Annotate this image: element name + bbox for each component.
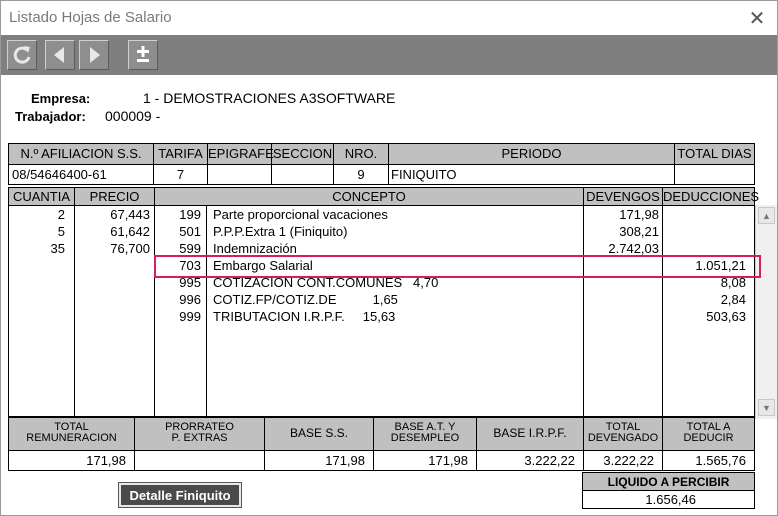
toolbar — [1, 35, 777, 75]
concepto-cell: COTIZACION CONT.COMUNES 4,70 — [213, 275, 439, 290]
header-deducciones: DEDUCCIONES — [663, 189, 760, 204]
chevron-up-icon: ▲ — [762, 210, 771, 221]
table-row[interactable]: 2 67,443 199 Parte proporcional vacaciones 1… — [9, 207, 754, 224]
concepto-cell: P.P.P.Extra 1 (Finiquito) — [213, 224, 348, 239]
deducciones-cell: 8,08 — [720, 275, 746, 290]
window-title: Listado Hojas de Salario — [9, 9, 172, 26]
total-deducir-value: 1.565,76 — [695, 453, 746, 468]
plus-minus-icon — [137, 46, 149, 62]
header-tarifa: TARIFA — [158, 146, 203, 161]
header-total-devengado: TOTAL DEVENGADO — [587, 421, 659, 444]
concept-code-cell: 199 — [179, 207, 201, 222]
concept-code-cell: 995 — [179, 275, 201, 290]
liquido-box: LIQUIDO A PERCIBIR 1.656,46 — [582, 472, 755, 509]
concepto-cell: Parte proporcional vacaciones — [213, 207, 388, 222]
cuantia-cell: 2 — [57, 207, 65, 222]
header-prorrateo-extras: PRORRATEO P. EXTRAS — [165, 421, 234, 444]
next-button[interactable] — [79, 40, 109, 70]
deducciones-cell: 503,63 — [706, 309, 746, 324]
header-concepto: CONCEPTO — [332, 189, 406, 204]
empresa-value: 1 - DEMOSTRACIONES A3SOFTWARE — [143, 90, 396, 106]
precio-cell: 67,443 — [110, 207, 150, 222]
concept-code-cell: 996 — [179, 292, 201, 307]
table-row[interactable]: 5 61,642 501 P.P.P.Extra 1 (Finiquito) 308,2… — [9, 224, 754, 241]
scroll-up-button[interactable]: ▲ — [758, 207, 775, 224]
precio-cell: 76,700 — [110, 241, 150, 256]
concepto-cell: COTIZ.FP/COTIZ.DE 1,65 — [213, 292, 398, 307]
header-devengos: DEVENGOS — [586, 189, 660, 204]
close-button[interactable]: ✕ — [743, 5, 771, 31]
deducciones-cell: 2,84 — [720, 292, 746, 307]
nro-value: 9 — [357, 167, 365, 182]
header-total-deducir: TOTAL A DEDUCIR — [683, 421, 734, 444]
next-icon — [90, 47, 100, 63]
base-at-desempleo-value: 171,98 — [428, 453, 468, 468]
devengos-cell: 308,21 — [619, 224, 659, 239]
header-total-remuneracion: TOTAL REMUNERACION — [26, 421, 117, 444]
table-row[interactable]: 703 Embargo Salarial 1.051,21 — [9, 258, 754, 275]
deducciones-cell: 1.051,21 — [695, 258, 746, 273]
header-base-ss: BASE S.S. — [289, 426, 349, 440]
concepto-cell: TRIBUTACION I.R.P.F. 15,63 — [213, 309, 396, 324]
previous-button[interactable] — [45, 40, 75, 70]
refresh-icon — [13, 46, 31, 64]
totals-table: TOTAL REMUNERACION PRORRATEO P. EXTRAS BAS… — [8, 417, 755, 471]
trabajador-label: Trabajador: — [15, 109, 86, 124]
total-devengado-value: 3.222,22 — [603, 453, 654, 468]
devengos-cell: 171,98 — [619, 207, 659, 222]
base-ss-value: 171,98 — [325, 453, 365, 468]
devengos-cell: 2.742,03 — [608, 241, 659, 256]
table-row[interactable]: 999 TRIBUTACION I.R.P.F. 15,63 503,63 — [9, 309, 754, 326]
vertical-scrollbar[interactable]: ▲ ▼ — [755, 205, 777, 419]
tarifa-value: 7 — [176, 167, 185, 182]
concept-code-cell: 999 — [179, 309, 201, 324]
liquido-value: 1.656,46 — [645, 492, 696, 507]
periodo-value: FINIQUITO — [391, 167, 457, 182]
header-periodo: PERIODO — [501, 146, 562, 161]
concept-table: CUANTIA PRECIO CONCEPTO DEVENGOS DEDUCCI… — [8, 187, 760, 417]
salary-sheet-window: Listado Hojas de Salario ✕ Empresa: 1 - … — [0, 0, 778, 516]
chevron-down-icon: ▼ — [762, 402, 771, 413]
table-row[interactable]: 996 COTIZ.FP/COTIZ.DE 1,65 2,84 — [9, 292, 754, 309]
refresh-button[interactable] — [7, 40, 37, 70]
header-nro: NRO. — [344, 146, 378, 161]
header-total-dias: TOTAL DIAS — [677, 146, 752, 161]
concept-code-cell: 703 — [179, 258, 201, 273]
info-table: N.º AFILIACION S.S. TARIFA EPIGRAFE SECC… — [8, 143, 755, 185]
header-seccion: SECCION — [272, 146, 333, 161]
precio-cell: 61,642 — [110, 224, 150, 239]
scroll-down-button[interactable]: ▼ — [758, 399, 775, 416]
header-base-irpf: BASE I.R.P.F. — [493, 426, 567, 440]
trabajador-value: 000009 - — [105, 108, 161, 124]
concepto-cell: Embargo Salarial — [213, 258, 313, 273]
title-bar: Listado Hojas de Salario ✕ — [1, 1, 777, 35]
table-row[interactable]: 995 COTIZACION CONT.COMUNES 4,70 8,08 — [9, 275, 754, 292]
cuantia-cell: 35 — [50, 241, 65, 256]
header-precio: PRECIO — [89, 189, 140, 204]
prev-icon — [54, 47, 64, 63]
base-irpf-value: 3.222,22 — [524, 453, 575, 468]
concepto-cell: Indemnización — [213, 241, 297, 256]
salary-sheet-content: Empresa: 1 - DEMOSTRACIONES A3SOFTWARE T… — [1, 75, 777, 515]
concept-code-cell: 599 — [179, 241, 201, 256]
cuantia-cell: 5 — [57, 224, 65, 239]
header-cuantia: CUANTIA — [12, 189, 71, 204]
header-afiliacion: N.º AFILIACION S.S. — [20, 146, 142, 161]
detalle-finiquito-button[interactable]: Detalle Finiquito — [118, 482, 242, 508]
expand-collapse-button[interactable] — [128, 40, 158, 70]
concept-code-cell: 501 — [179, 224, 201, 239]
table-row[interactable]: 35 76,700 599 Indemnización 2.742,03 — [9, 241, 754, 258]
close-icon: ✕ — [748, 7, 766, 30]
header-base-at-desempleo: BASE A.T. Y DESEMPLEO — [390, 421, 460, 444]
empresa-label: Empresa: — [31, 91, 91, 106]
total-remuneracion-value: 171,98 — [86, 453, 126, 468]
header-epigrafe: EPIGRAFE — [208, 146, 274, 161]
liquido-label: LIQUIDO A PERCIBIR — [607, 475, 730, 489]
afiliacion-value: 08/54646400-61 — [12, 167, 107, 182]
